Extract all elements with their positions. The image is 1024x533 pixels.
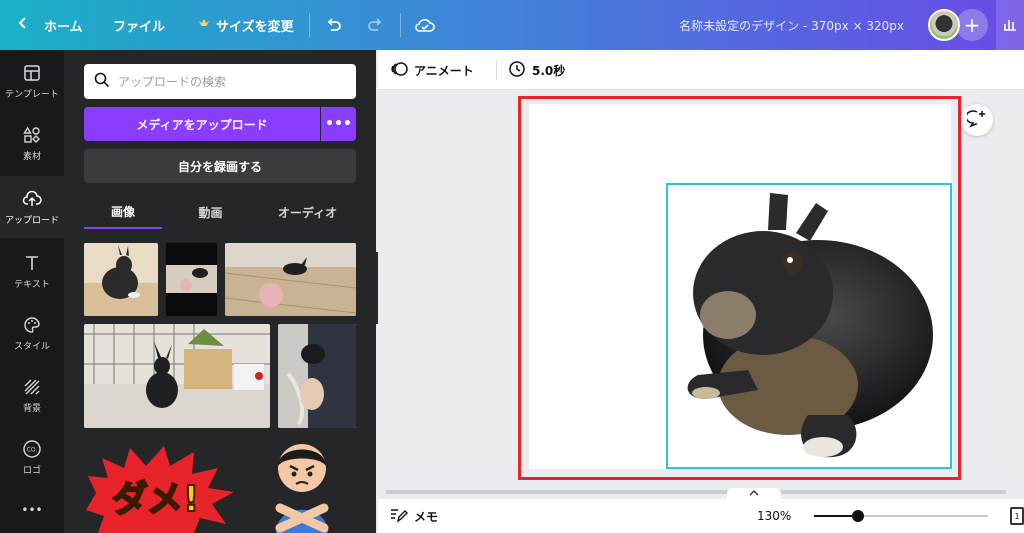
more-dots-icon: ••• (21, 503, 43, 517)
uploaded-image-thumbnail[interactable] (84, 324, 270, 428)
layout-icon (22, 63, 42, 83)
duration-button[interactable]: 5.0秒 (508, 50, 565, 90)
rail-item-uploads[interactable]: アップロード (0, 176, 64, 238)
zoom-slider-fill (814, 515, 858, 517)
crown-icon (198, 17, 210, 33)
text-icon (22, 253, 42, 273)
search-input[interactable] (118, 74, 338, 89)
cloud-saved-icon[interactable] (413, 13, 437, 37)
uploaded-image-thumbnail[interactable] (278, 324, 356, 428)
palette-icon (22, 315, 42, 335)
elements-icon (22, 125, 42, 145)
upload-cloud-icon (22, 189, 42, 209)
tab-videos[interactable]: 動画 (162, 195, 259, 229)
design-title[interactable]: 名称未設定のデザイン - 370px × 320px (679, 0, 904, 50)
add-comment-button[interactable] (961, 104, 993, 136)
page-count-button[interactable]: 1 (1010, 507, 1024, 525)
home-label: ホーム (44, 19, 83, 35)
resize-button[interactable]: サイズを変更 (198, 0, 294, 50)
uploads-panel: メディアをアップロード ••• 自分を録画する 画像 動画 オーディオ ダメ! (64, 50, 376, 533)
scrollbar-thumb[interactable] (386, 490, 1006, 494)
zoom-slider-knob[interactable] (851, 510, 864, 522)
upload-media-button[interactable]: メディアをアップロード (84, 107, 320, 141)
media-tabs: 画像 動画 オーディオ (84, 195, 356, 229)
animate-label: アニメート (414, 63, 474, 78)
file-label: ファイル (113, 19, 166, 35)
rail-label: テキスト (14, 279, 50, 290)
logo-icon: CO. (22, 439, 42, 459)
memo-label: メモ (414, 509, 439, 524)
left-rail: テンプレート 素材 アップロード テキスト スタイル 背景 CO. ロゴ ••• (0, 50, 64, 533)
zoom-level[interactable]: 130% (757, 499, 791, 533)
rail-item-logo[interactable]: CO. ロゴ (0, 426, 64, 488)
animate-icon (390, 60, 408, 81)
comment-plus-icon (965, 109, 987, 132)
resize-label: サイズを変更 (216, 19, 294, 35)
editor-footer: メモ 130% 1 (378, 499, 1024, 533)
uploaded-image-thumbnail[interactable] (84, 243, 158, 316)
zoom-slider[interactable] (814, 510, 988, 522)
clock-icon (508, 60, 526, 81)
svg-text:CO.: CO. (27, 446, 38, 453)
toolbar-divider (400, 13, 401, 37)
uploaded-image-thumbnail[interactable] (225, 243, 356, 316)
animate-button[interactable]: アニメート (390, 50, 474, 90)
chevron-left-icon (16, 16, 30, 34)
rail-label: スタイル (13, 341, 50, 352)
upload-more-button[interactable]: ••• (321, 107, 356, 141)
selected-image-element[interactable] (666, 183, 952, 469)
top-bar: ホーム ファイル サイズを変更 名称未設定のデザイン - 370px × 320… (0, 0, 1024, 50)
toolbar-divider (496, 60, 497, 80)
background-icon (22, 377, 42, 397)
rail-label: テンプレート (5, 89, 59, 100)
undo-icon[interactable] (322, 13, 346, 37)
rail-more-button[interactable]: ••• (0, 490, 64, 530)
rail-item-background[interactable]: 背景 (0, 364, 64, 426)
duration-label: 5.0秒 (532, 63, 566, 78)
notes-pencil-icon (390, 507, 408, 526)
toolbar-divider (309, 13, 310, 37)
canvas-area (378, 90, 1024, 485)
sticker-text: ダメ! (111, 478, 200, 521)
redo-icon[interactable] (363, 13, 387, 37)
angry-person-thumbnail[interactable] (262, 438, 342, 533)
file-menu-button[interactable]: ファイル (113, 0, 165, 50)
uploaded-image-thumbnail[interactable] (166, 243, 217, 316)
tab-images[interactable]: 画像 (84, 195, 162, 229)
rail-label: ロゴ (22, 465, 41, 476)
rail-label: 素材 (22, 151, 41, 162)
rail-item-styles[interactable]: スタイル (0, 302, 64, 364)
rail-label: 背景 (22, 403, 41, 414)
rail-item-templates[interactable]: テンプレート (0, 50, 64, 112)
record-yourself-button[interactable]: 自分を録画する (84, 149, 356, 183)
bar-chart-icon (1003, 17, 1017, 34)
rail-item-text[interactable]: テキスト (0, 240, 64, 302)
search-box[interactable] (84, 64, 356, 99)
dame-sticker-thumbnail[interactable]: ダメ! (84, 438, 254, 533)
editor-toolbar: アニメート 5.0秒 (378, 50, 1024, 90)
rail-item-elements[interactable]: 素材 (0, 112, 64, 174)
search-icon (94, 72, 110, 91)
rail-label: アップロード (4, 215, 59, 226)
horizontal-scrollbar[interactable] (378, 485, 1024, 499)
home-button[interactable]: ホーム (16, 0, 83, 50)
chevron-up-icon (749, 489, 759, 499)
notes-button[interactable]: メモ (390, 499, 438, 533)
add-collaborator-button[interactable]: + (956, 9, 988, 41)
insights-button[interactable] (996, 0, 1024, 50)
tab-audio[interactable]: オーディオ (259, 195, 356, 229)
